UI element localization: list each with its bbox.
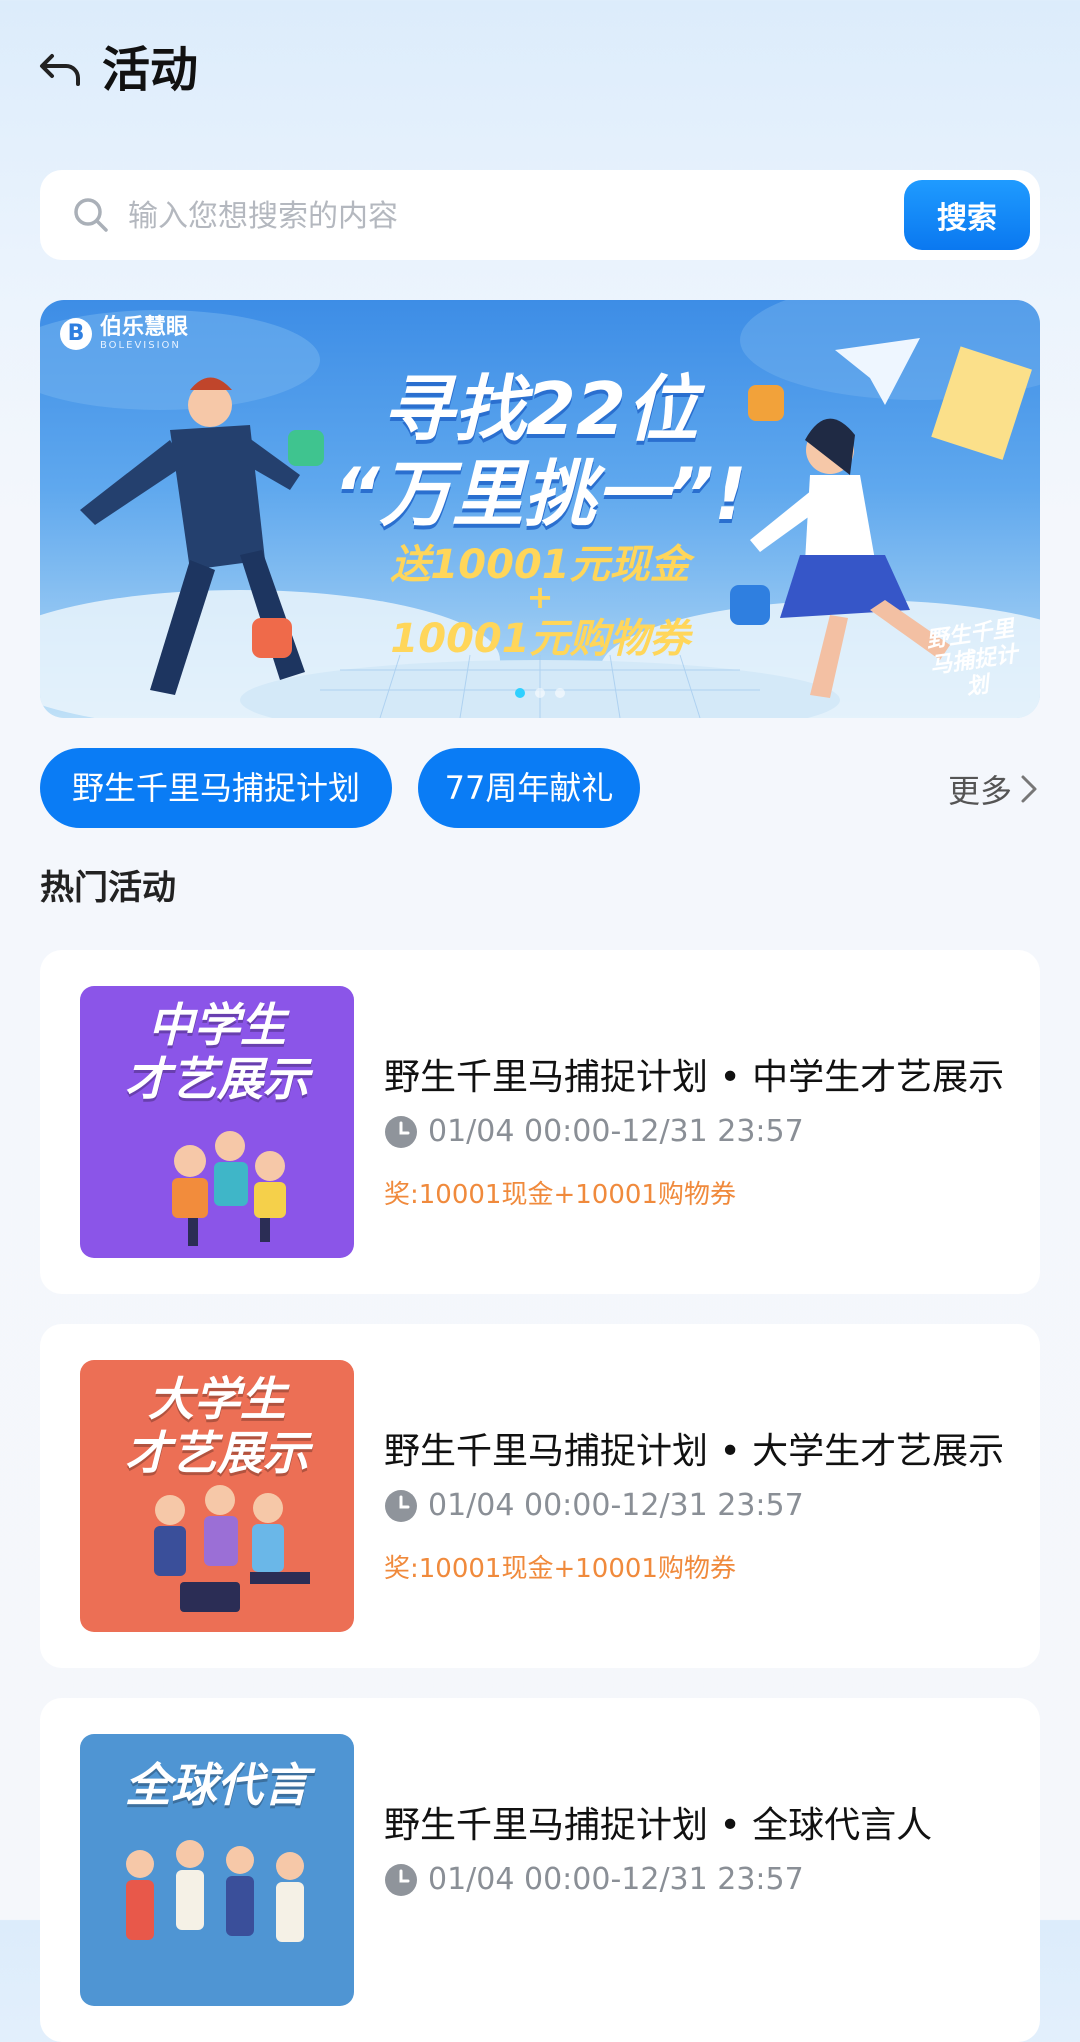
chevron-right-icon [1021, 775, 1037, 803]
activity-title: 野生千里马捕捉计划 • 大学生才艺展示 [384, 1431, 1005, 1472]
search-button[interactable]: 搜索 [904, 180, 1030, 250]
more-label: 更多 [947, 772, 1012, 810]
activity-prize: 奖:10001现金+10001购物券 [384, 1554, 736, 1584]
tag-wild-talent-plan[interactable]: 野生千里马捕捉计划 [40, 748, 392, 828]
category-tags: 野生千里马捕捉计划 77周年献礼 更多 [40, 748, 1040, 828]
clock-icon [385, 1489, 417, 1522]
thumbnail-title: 大学生 才艺展示 [125, 1372, 309, 1480]
header: 活动 [0, 0, 1080, 140]
activity-title: 野生千里马捕捉计划 • 中学生才艺展示 [384, 1057, 1005, 1098]
search-input[interactable] [126, 190, 920, 242]
activity-title: 野生千里马捕捉计划 • 全球代言人 [384, 1805, 933, 1846]
activity-prize: 奖:10001现金+10001购物券 [384, 1180, 736, 1210]
back-arrow-icon[interactable] [38, 50, 84, 90]
carousel-dot[interactable] [515, 688, 525, 698]
more-link[interactable]: 更多 [948, 766, 1040, 812]
promo-banner[interactable]: B 伯乐慧眼 BOLEVISION 寻找22位 “万里挑一”! 送10001元现… [40, 300, 1040, 718]
activity-time-text: 01/04 00:00-12/31 23:57 [428, 1488, 804, 1523]
activity-time-text: 01/04 00:00-12/31 23:57 [428, 1114, 804, 1149]
banner-headline-2: “万里挑一”! [333, 452, 747, 536]
carousel-dot[interactable] [535, 688, 545, 698]
activity-thumbnail: 中学生 才艺展示 [80, 986, 354, 1258]
activity-thumbnail: 全球代言 [80, 1734, 354, 2006]
brand-logo-text: 伯乐慧眼 [100, 315, 189, 340]
tag-77th-anniversary[interactable]: 77周年献礼 [418, 748, 640, 828]
activity-card[interactable]: 大学生 才艺展示 野生千里马捕捉计划 • 大学生才艺展示 01/04 00:00… [40, 1324, 1040, 1668]
activity-card[interactable]: 全球代言 野生千里马捕捉计划 • 全球代言人 01/04 00:00-12/31… [40, 1698, 1040, 2042]
activity-time: 01/04 00:00-12/31 23:57 [384, 1862, 804, 1897]
search-bar: 搜索 [40, 170, 1040, 260]
activity-time: 01/04 00:00-12/31 23:57 [384, 1488, 804, 1523]
page-title: 活动 [102, 42, 199, 98]
section-title-hot-activities: 热门活动 [40, 868, 176, 908]
clock-icon [385, 1863, 417, 1896]
thumbnail-title: 中学生 才艺展示 [125, 998, 309, 1106]
banner-prize-line-2: 10001元购物券 [390, 616, 690, 662]
activity-thumbnail: 大学生 才艺展示 [80, 1360, 354, 1632]
carousel-dot[interactable] [555, 688, 565, 698]
brand-logo-icon: B [60, 317, 92, 350]
brand-logo: B 伯乐慧眼 BOLEVISION [60, 316, 188, 351]
activity-time: 01/04 00:00-12/31 23:57 [384, 1114, 804, 1149]
clock-icon [385, 1115, 417, 1148]
search-icon [74, 198, 108, 232]
carousel-dots [40, 688, 1040, 698]
thumbnail-title: 全球代言 [125, 1758, 309, 1812]
activity-time-text: 01/04 00:00-12/31 23:57 [428, 1862, 804, 1897]
activity-card[interactable]: 中学生 才艺展示 野生千里马捕捉计划 • 中学生才艺展示 01/04 00:00… [40, 950, 1040, 1294]
